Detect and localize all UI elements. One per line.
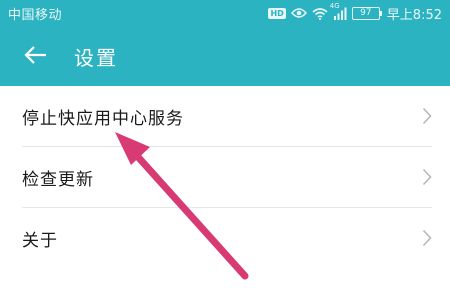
arrow-left-icon xyxy=(23,45,47,69)
clock: 早上8:52 xyxy=(386,7,442,23)
settings-list: 停止快应用中心服务 检查更新 关于 xyxy=(0,86,450,269)
wifi-icon xyxy=(312,7,328,20)
list-item-check-update[interactable]: 检查更新 xyxy=(0,147,450,208)
status-bar: 中国移动 HD 4G 97 早上8:52 xyxy=(0,0,450,26)
chevron-right-icon xyxy=(422,107,432,129)
list-item-label: 关于 xyxy=(22,231,58,251)
battery-level: 97 xyxy=(360,7,372,18)
hd-icon: HD xyxy=(268,7,286,19)
toolbar: 设置 xyxy=(0,26,450,86)
list-item-about[interactable]: 关于 xyxy=(0,208,450,269)
battery-icon: 97 xyxy=(351,6,382,20)
eye-icon xyxy=(290,7,307,19)
status-icons: HD 4G 97 早上8:52 xyxy=(268,2,442,23)
list-item-label: 停止快应用中心服务 xyxy=(22,109,184,129)
chevron-right-icon xyxy=(422,168,432,190)
list-item-stop-quick-app-service[interactable]: 停止快应用中心服务 xyxy=(0,86,450,147)
list-item-label: 检查更新 xyxy=(22,170,94,190)
app-bar: 中国移动 HD 4G 97 早上8:52 设置 xyxy=(0,0,450,86)
chevron-right-icon xyxy=(422,229,432,251)
network-type: 4G xyxy=(329,1,340,10)
signal-icon: 4G xyxy=(330,2,347,20)
back-button[interactable] xyxy=(20,42,50,72)
carrier-name: 中国移动 xyxy=(8,8,63,23)
page-title: 设置 xyxy=(74,46,118,70)
